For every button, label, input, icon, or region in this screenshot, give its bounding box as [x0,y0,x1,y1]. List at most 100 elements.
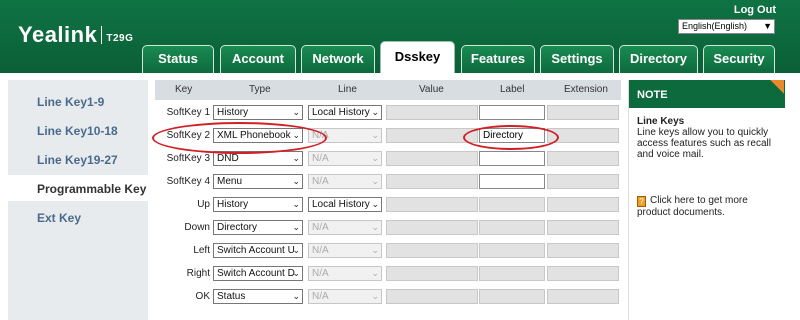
line-select[interactable]: N/A ⌄ [308,266,382,281]
table-row: OK Status ⌄ N/A ⌄ [155,286,621,309]
extension-field[interactable] [547,220,619,235]
chevron-down-icon: ⌄ [292,176,300,186]
chevron-down-icon: ⌄ [292,199,300,209]
type-select[interactable]: History ⌄ [213,105,303,120]
chevron-down-icon: ⌄ [371,222,379,232]
line-select[interactable]: N/A ⌄ [308,243,382,258]
extension-field[interactable] [547,105,619,120]
tab-features[interactable]: Features [461,45,535,73]
table-row: Down Directory ⌄ N/A ⌄ [155,217,621,240]
line-select[interactable]: N/A ⌄ [308,289,382,304]
note-panel: NOTE Line Keys Line keys allow you to qu… [628,80,785,320]
label-field[interactable] [479,197,545,212]
value-field[interactable] [386,220,478,235]
table-row: Up History ⌄ Local History ⌄ [155,194,621,217]
header-key: Key [175,84,193,95]
dsskey-table: Key Type Line Value Label Extension Soft… [155,80,621,320]
line-select[interactable]: N/A ⌄ [308,220,382,235]
table-row: Right Switch Account D ⌄ N/A ⌄ [155,263,621,286]
document-icon: ? [637,196,646,207]
annotation-ellipse-label [463,125,559,150]
key-name: Right [186,268,210,279]
type-select[interactable]: Switch Account D ⌄ [213,266,303,281]
tab-directory[interactable]: Directory [619,45,698,73]
sidebar-item-line-key-19-27[interactable]: Line Key19-27 [37,153,118,167]
chevron-down-icon: ⌄ [371,268,379,278]
tab-account[interactable]: Account [220,45,296,73]
table-row: Left Switch Account U ⌄ N/A ⌄ [155,240,621,263]
chevron-down-icon: ⌄ [292,245,300,255]
annotation-ellipse-type [152,122,327,154]
tab-settings[interactable]: Settings [540,45,614,73]
label-field[interactable] [479,105,545,120]
note-corner-decoration [770,80,784,94]
sidebar-item-ext-key[interactable]: Ext Key [37,211,81,225]
label-field[interactable] [479,266,545,281]
extension-field[interactable] [547,197,619,212]
value-field[interactable] [386,151,478,166]
sidebar-item-line-key-10-18[interactable]: Line Key10-18 [37,124,118,138]
key-name: Down [184,222,210,233]
key-name: OK [195,291,210,302]
extension-field[interactable] [547,243,619,258]
line-select[interactable]: Local History ⌄ [308,105,382,120]
label-field[interactable] [479,151,545,166]
label-field[interactable] [479,174,545,189]
type-select[interactable]: History ⌄ [213,197,303,212]
documents-link[interactable]: ? Click here to get more product document… [637,195,782,218]
chevron-down-icon: ⌄ [371,199,379,209]
extension-field[interactable] [547,151,619,166]
value-field[interactable] [386,266,478,281]
tab-security[interactable]: Security [703,45,775,73]
header-extension: Extension [564,84,608,95]
note-title: Line Keys [637,116,685,127]
extension-field[interactable] [547,289,619,304]
value-field[interactable] [386,105,478,120]
chevron-down-icon: ⌄ [371,130,379,140]
value-field[interactable] [386,174,478,189]
type-select[interactable]: Status ⌄ [213,289,303,304]
main-tabs: Status Account Network Dsskey Features S… [0,41,800,73]
chevron-down-icon: ⌄ [371,245,379,255]
note-heading: NOTE [629,80,785,108]
extension-field[interactable] [547,174,619,189]
value-field[interactable] [386,289,478,304]
tab-status[interactable]: Status [142,45,214,73]
chevron-down-icon: ⌄ [371,176,379,186]
chevron-down-icon: ⌄ [292,153,300,163]
language-select[interactable]: English(English) ▼ [678,19,775,34]
label-field[interactable] [479,289,545,304]
line-select[interactable]: N/A ⌄ [308,151,382,166]
header-line: Line [338,84,357,95]
sidebar-item-line-key-1-9[interactable]: Line Key1-9 [37,95,104,109]
chevron-down-icon: ▼ [763,21,772,31]
chevron-down-icon: ⌄ [292,222,300,232]
value-field[interactable] [386,197,478,212]
value-field[interactable] [386,243,478,258]
extension-field[interactable] [547,266,619,281]
key-name: Left [193,245,210,256]
tab-dsskey[interactable]: Dsskey [380,41,455,73]
line-select[interactable]: N/A ⌄ [308,174,382,189]
chevron-down-icon: ⌄ [292,268,300,278]
tab-network[interactable]: Network [301,45,375,73]
chevron-down-icon: ⌄ [371,107,379,117]
label-field[interactable] [479,243,545,258]
note-text: Line keys allow you to quickly access fe… [637,127,771,160]
header-type: Type [249,84,271,95]
header-bar: Yealink T29G Log Out English(English) ▼ S… [0,0,800,73]
header-value: Value [419,84,444,95]
key-name: SoftKey 1 [166,107,210,118]
type-select[interactable]: Menu ⌄ [213,174,303,189]
chevron-down-icon: ⌄ [371,153,379,163]
logout-link[interactable]: Log Out [734,4,776,16]
chevron-down-icon: ⌄ [292,107,300,117]
key-name: SoftKey 3 [166,153,210,164]
line-select[interactable]: Local History ⌄ [308,197,382,212]
chevron-down-icon: ⌄ [292,291,300,301]
key-name: SoftKey 4 [166,176,210,187]
label-field[interactable] [479,220,545,235]
sidebar-item-programmable-key[interactable]: Programmable Key [37,182,146,196]
type-select[interactable]: Directory ⌄ [213,220,303,235]
type-select[interactable]: Switch Account U ⌄ [213,243,303,258]
